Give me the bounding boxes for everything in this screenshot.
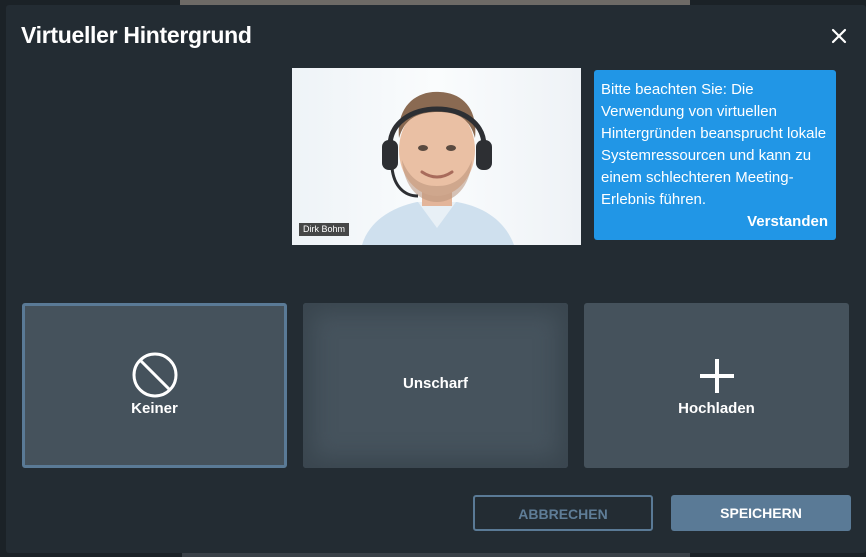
background-window-strip-bottom bbox=[182, 553, 690, 557]
option-label-blur: Unscharf bbox=[402, 375, 469, 392]
performance-notice: Bitte beachten Sie: Die Verwendung von v… bbox=[594, 70, 836, 240]
notice-acknowledge-button[interactable]: Verstanden bbox=[747, 213, 828, 230]
notice-text: Bitte beachten Sie: Die Verwendung von v… bbox=[601, 81, 827, 208]
virtual-background-dialog: Virtueller Hintergrund Dirk Bohm Bitte b… bbox=[6, 5, 866, 553]
cancel-button[interactable]: ABBRECHEN bbox=[473, 495, 653, 531]
participant-name-tag: Dirk Bohm bbox=[299, 223, 350, 236]
save-button[interactable]: SPEICHERN bbox=[671, 495, 851, 531]
background-option-none[interactable]: Keiner bbox=[22, 303, 287, 468]
option-label-none: Keiner bbox=[131, 400, 178, 417]
prohibited-icon bbox=[131, 351, 179, 404]
background-option-upload[interactable]: Hochladen bbox=[584, 303, 849, 468]
dialog-title: Virtueller Hintergrund bbox=[21, 22, 252, 48]
plus-icon bbox=[697, 356, 737, 401]
camera-preview: Dirk Bohm bbox=[292, 68, 581, 245]
participant-video-image bbox=[292, 68, 581, 245]
option-label-upload: Hochladen bbox=[678, 400, 755, 417]
background-option-blur[interactable]: Unscharf bbox=[303, 303, 568, 468]
close-icon[interactable] bbox=[828, 25, 850, 47]
